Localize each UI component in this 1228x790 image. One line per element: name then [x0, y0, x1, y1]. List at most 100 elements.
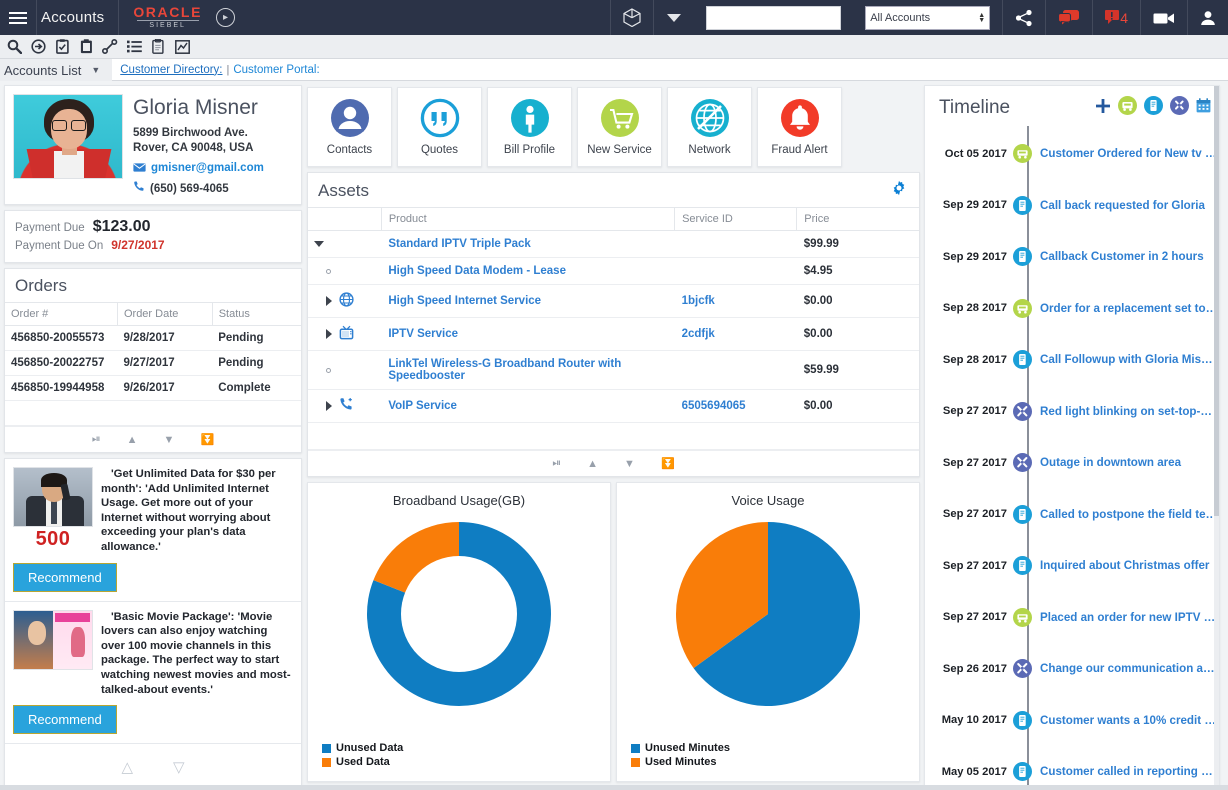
orders-col-order-number[interactable]: Order #: [5, 303, 117, 326]
scroll-down-icon[interactable]: ▽: [173, 758, 185, 776]
table-row[interactable]: 456850-200227579/27/2017Pending: [5, 351, 301, 376]
timeline-activity-icon[interactable]: [1013, 247, 1032, 266]
timeline-item-link[interactable]: Customer Ordered for New tv con…: [1032, 147, 1219, 160]
timeline-item-link[interactable]: Change our communication addre…: [1032, 662, 1219, 675]
timeline-item-link[interactable]: Callback Customer in 2 hours: [1032, 250, 1219, 263]
timeline-item[interactable]: Sep 28 2017Call Followup with Gloria Mis…: [925, 334, 1219, 386]
notes-icon[interactable]: [146, 37, 170, 57]
asset-product-link[interactable]: LinkTel Wireless-G Broadband Router with…: [381, 351, 674, 390]
add-icon[interactable]: [1095, 98, 1111, 119]
recommend-button[interactable]: Recommend: [13, 705, 117, 734]
tile-fraud-alert[interactable]: Fraud Alert: [757, 87, 842, 167]
timeline-order-icon[interactable]: [1013, 144, 1032, 163]
timeline-item[interactable]: Sep 27 2017Outage in downtown area: [925, 437, 1219, 489]
message-badge-icon[interactable]: 4: [1092, 0, 1140, 35]
asset-product-link[interactable]: High Speed Internet Service: [381, 285, 674, 318]
tile-contacts[interactable]: Contacts: [307, 87, 392, 167]
email-row[interactable]: gmisner@gmail.com: [133, 159, 293, 177]
table-row[interactable]: 456850-200555739/28/2017Pending: [5, 326, 301, 351]
pager-up-button[interactable]: ▲: [587, 458, 598, 470]
breadcrumb-link-customer-portal[interactable]: Customer Portal:: [233, 64, 319, 76]
service-request-icon[interactable]: [1170, 96, 1189, 120]
table-row[interactable]: IPTV Service2cdfjk$0.00: [308, 318, 919, 351]
timeline-activity-icon[interactable]: [1013, 556, 1032, 575]
asset-service-id[interactable]: 6505694065: [675, 390, 797, 423]
table-row[interactable]: Standard IPTV Triple Pack$99.99: [308, 231, 919, 258]
timeline-activity-icon[interactable]: [1013, 350, 1032, 369]
timeline-scrollbar[interactable]: [1214, 86, 1219, 788]
asset-expander-cell[interactable]: [308, 351, 381, 390]
timeline-item[interactable]: Sep 27 2017Placed an order for new IPTV …: [925, 592, 1219, 644]
recommend-button[interactable]: Recommend: [13, 563, 117, 592]
timeline-service-request-icon[interactable]: [1013, 402, 1032, 421]
timeline-activity-icon[interactable]: [1013, 505, 1032, 524]
timeline-item[interactable]: May 05 2017Customer called in reporting …: [925, 746, 1219, 788]
chevron-down-icon[interactable]: [653, 0, 694, 35]
expand-caret-right-icon[interactable]: [326, 329, 332, 339]
order-number-link[interactable]: 456850-20055573: [5, 326, 117, 351]
circle-arrow-icon[interactable]: ▸: [216, 8, 235, 27]
share-icon[interactable]: [1002, 0, 1045, 35]
timeline-item[interactable]: Sep 27 2017Called to postpone the field …: [925, 489, 1219, 541]
timeline-item-link[interactable]: Customer called in reporting an ou…: [1032, 765, 1219, 778]
timeline-activity-icon[interactable]: [1013, 196, 1032, 215]
pager-up-button[interactable]: ▲: [127, 434, 138, 446]
chat-icon[interactable]: [1045, 0, 1092, 35]
asset-expander-cell[interactable]: [308, 390, 381, 423]
timeline-scrollbar-thumb[interactable]: [1214, 86, 1219, 516]
clipboard-icon[interactable]: [74, 37, 98, 57]
pager-first-button[interactable]: ⏯: [552, 457, 561, 470]
expand-caret-right-icon[interactable]: [326, 296, 332, 306]
list-icon[interactable]: [122, 37, 146, 57]
hamburger-menu-icon[interactable]: [0, 0, 36, 35]
timeline-item[interactable]: Oct 05 2017Customer Ordered for New tv c…: [925, 128, 1219, 180]
timeline-activity-icon[interactable]: [1013, 762, 1032, 781]
pager-last-button[interactable]: ⏬: [200, 433, 214, 446]
calendar-icon[interactable]: [1196, 98, 1211, 118]
goto-icon[interactable]: [26, 37, 50, 57]
timeline-item-link[interactable]: Customer wants a 10% credit on c…: [1032, 714, 1219, 727]
table-row[interactable]: VoIP Service6505694065$0.00: [308, 390, 919, 423]
timeline-item[interactable]: May 10 2017Customer wants a 10% credit o…: [925, 695, 1219, 747]
asset-service-id[interactable]: [675, 351, 797, 390]
tile-new-service[interactable]: New Service: [577, 87, 662, 167]
order-number-link[interactable]: 456850-19944958: [5, 376, 117, 401]
asset-service-id[interactable]: [675, 231, 797, 258]
timeline-order-icon[interactable]: [1013, 299, 1032, 318]
timeline-item[interactable]: Sep 29 2017Callback Customer in 2 hours: [925, 231, 1219, 283]
timeline-item-link[interactable]: Call Followup with Gloria Misner: [1032, 353, 1219, 366]
tile-bill-profile[interactable]: Bill Profile: [487, 87, 572, 167]
table-row[interactable]: High Speed Internet Service1bjcfk$0.00: [308, 285, 919, 318]
asset-expander-cell[interactable]: [308, 318, 381, 351]
account-scope-select[interactable]: All Accounts ▲▼: [865, 6, 990, 30]
timeline-item[interactable]: Sep 29 2017Call back requested for Glori…: [925, 180, 1219, 232]
timeline-item-link[interactable]: Placed an order for new IPTV Tripl…: [1032, 611, 1219, 624]
asset-expander-cell[interactable]: [308, 258, 381, 285]
timeline-activity-icon[interactable]: [1013, 711, 1032, 730]
timeline-service-request-icon[interactable]: [1013, 453, 1032, 472]
timeline-item[interactable]: Sep 27 2017Red light blinking on set-top…: [925, 386, 1219, 438]
table-row[interactable]: High Speed Data Modem - Lease$4.95: [308, 258, 919, 285]
timeline-item-link[interactable]: Called to postpone the field techni…: [1032, 508, 1219, 521]
scroll-up-icon[interactable]: △: [121, 758, 133, 776]
assets-col-service-id[interactable]: Service ID: [675, 208, 797, 231]
asset-product-link[interactable]: IPTV Service: [381, 318, 674, 351]
asset-product-link[interactable]: VoIP Service: [381, 390, 674, 423]
expand-caret-right-icon[interactable]: [326, 401, 332, 411]
order-number-link[interactable]: 456850-20022757: [5, 351, 117, 376]
horizontal-scrollbar[interactable]: [0, 785, 1228, 790]
timeline-item[interactable]: Sep 28 2017Order for a replacement set t…: [925, 283, 1219, 335]
customer-email[interactable]: gmisner@gmail.com: [151, 162, 264, 174]
timeline-service-request-icon[interactable]: [1013, 659, 1032, 678]
breadcrumb-link-customer-directory[interactable]: Customer Directory:: [120, 64, 222, 76]
timeline-item-link[interactable]: Red light blinking on set-top-box.: [1032, 405, 1219, 418]
asset-expander-cell[interactable]: [308, 231, 381, 258]
pager-down-button[interactable]: ▼: [624, 458, 635, 470]
video-icon[interactable]: [1140, 0, 1187, 35]
timeline-item-link[interactable]: Inquired about Christmas offer: [1032, 559, 1219, 572]
gear-icon[interactable]: [891, 180, 907, 201]
timeline-item-link[interactable]: Order for a replacement set top box: [1032, 302, 1219, 315]
timeline-item-link[interactable]: Outage in downtown area: [1032, 456, 1219, 469]
asset-expander-cell[interactable]: [308, 285, 381, 318]
assets-col-price[interactable]: Price: [797, 208, 919, 231]
